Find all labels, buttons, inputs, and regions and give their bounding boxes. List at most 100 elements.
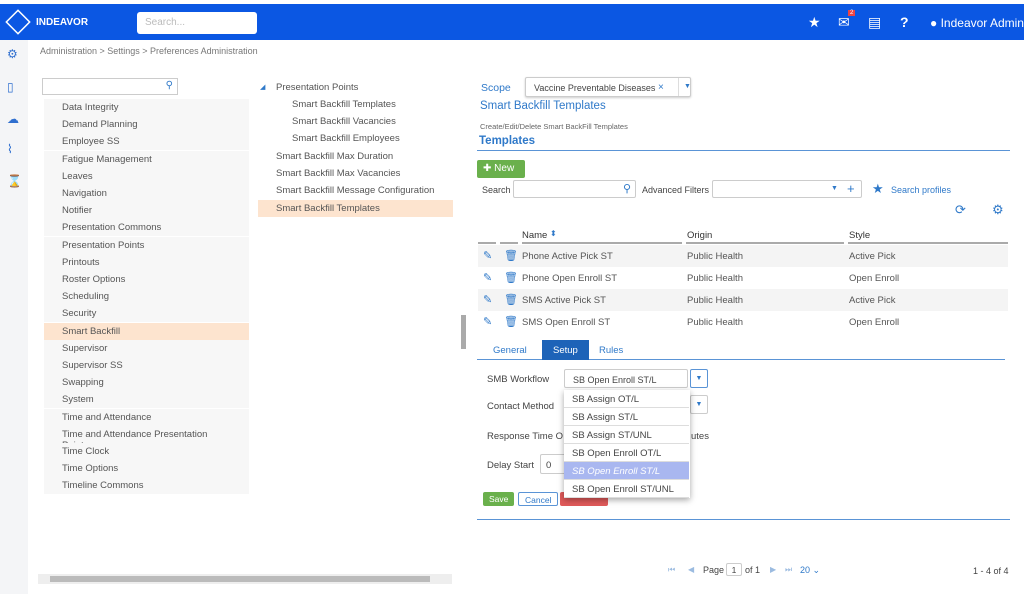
save-button[interactable]: Save [483,492,515,506]
list-item[interactable]: Supervisor [44,339,249,357]
top-bar: INDEAVOR Search... ★ ✉ 2 ▤ ? ● Indeavor A… [0,4,1024,40]
table-row[interactable]: ✎ 🗑 Phone Active Pick ST Public Health Activ… [478,245,1008,267]
messages-icon[interactable]: ▤ [868,14,881,31]
advanced-filters-select[interactable]: ▼ + [712,180,862,198]
chart-icon[interactable]: ⌇ [7,142,21,156]
cancel-button[interactable]: Cancel [518,492,559,506]
new-button[interactable]: ✚ New [477,160,525,178]
list-item[interactable]: Swapping [44,374,249,392]
user-menu[interactable]: ● Indeavor Admin [930,16,1024,30]
tab-general[interactable]: General [482,340,538,360]
list-item[interactable]: Security [44,305,249,323]
first-page-icon[interactable]: ⏮ [668,565,675,575]
tree-item[interactable]: Smart Backfill Employees [258,130,453,147]
list-item[interactable]: Time Options [44,460,249,478]
star-icon[interactable]: ★ [872,181,884,197]
list-item[interactable]: Data Integrity [44,99,249,116]
edit-icon[interactable]: ✎ [483,271,492,284]
list-item[interactable]: Smart Backfill [44,322,249,340]
dropdown-option[interactable]: SB Open Enroll OT/L [564,444,689,462]
list-item[interactable]: Presentation Commons [44,219,249,237]
dropdown-option[interactable]: SB Assign OT/L [564,390,689,408]
delete-icon[interactable]: 🗑 [504,271,518,284]
panel-splitter[interactable] [461,315,466,349]
delete-icon[interactable]: 🗑 [504,315,518,328]
edit-icon[interactable]: ✎ [483,315,492,328]
tree-item[interactable]: Smart Backfill Vacancies [258,113,453,130]
tab-rules[interactable]: Rules [588,340,634,360]
hourglass-icon[interactable]: ⌛ [7,174,22,188]
tree-item[interactable]: Smart Backfill Max Vacancies [258,165,453,182]
tree-item[interactable]: Smart Backfill Templates [258,199,453,217]
list-item[interactable]: Scheduling [44,288,249,306]
table-row[interactable]: ✎ 🗑 Phone Open Enroll ST Public Health Open … [478,267,1008,289]
add-filter-icon[interactable]: + [847,181,855,196]
dropdown-option[interactable]: SB Assign ST/UNL [564,426,689,444]
tree-item[interactable]: Smart Backfill Max Duration [258,148,453,165]
list-item[interactable]: Notifier [44,202,249,220]
column-origin[interactable]: Origin [687,230,712,241]
tree-item-parent[interactable]: Presentation Points [258,79,453,96]
template-search-input[interactable]: ⚲ [513,180,636,198]
table-row[interactable]: ✎ 🗑 SMS Open Enroll ST Public Health Open En… [478,311,1008,333]
list-item[interactable]: Employee SS [44,133,249,151]
book-icon[interactable]: ▯ [7,80,21,94]
list-item[interactable]: Time and Attendance Presentation Points [44,425,249,451]
list-item[interactable]: Roster Options [44,271,249,288]
dropdown-option[interactable]: SB Open Enroll ST/L [564,462,689,480]
help-icon[interactable]: ? [900,14,909,30]
smb-workflow-dropdown: SB Assign OT/L SB Assign ST/L SB Assign ST… [564,390,690,498]
list-item[interactable]: Time Clock [44,443,249,460]
mail-icon[interactable]: ✉ 2 [838,10,856,31]
list-item[interactable]: Demand Planning [44,116,249,134]
page-input[interactable]: 1 [726,563,742,576]
list-item[interactable]: Timeline Commons [44,477,249,495]
favorites-star-icon[interactable]: ★ [808,14,821,31]
sort-icon[interactable]: ⬍ [550,229,557,238]
list-item[interactable]: Supervisor SS [44,357,249,374]
edit-icon[interactable]: ✎ [483,249,492,262]
dropdown-option[interactable]: SB Open Enroll ST/UNL [564,480,689,498]
refresh-icon[interactable]: ⟳ [955,202,966,218]
prev-page-icon[interactable]: ◀ [688,565,694,574]
search-profiles-link[interactable]: Search profiles [891,185,951,195]
search-icon[interactable]: ⚲ [623,182,631,195]
tree-item[interactable]: Smart Backfill Templates [258,96,453,113]
page-size-select[interactable]: 20 ⌄ [800,565,820,576]
settings-gear-icon[interactable]: ⚙ [7,47,21,61]
next-page-icon[interactable]: ▶ [770,565,776,574]
search-icon[interactable]: ⚲ [166,80,173,91]
list-item[interactable]: Navigation [44,185,249,202]
cell: Public Health [687,273,743,284]
list-item[interactable]: Printouts [44,253,249,271]
tab-setup[interactable]: Setup [542,340,589,360]
list-item[interactable]: Fatigue Management [44,150,249,168]
scrollbar-thumb[interactable] [50,576,430,582]
preferences-search-input[interactable]: ⚲ [42,78,178,95]
dropdown-option[interactable]: SB Assign ST/L [564,408,689,426]
chevron-down-icon[interactable]: ▼ [678,78,691,96]
delete-icon[interactable]: 🗑 [504,249,518,262]
scope-select[interactable]: Vaccine Preventable Diseases × ▼ [525,77,691,97]
clear-icon[interactable]: × [658,82,664,93]
global-search-input[interactable]: Search... [137,12,257,34]
last-page-icon[interactable]: ⏭ [785,565,792,575]
list-item[interactable]: System [44,391,249,409]
tree-item[interactable]: Smart Backfill Message Configuration [258,182,453,199]
delete-icon[interactable]: 🗑 [504,293,518,306]
column-name[interactable]: Name [522,230,547,241]
cell: SMS Open Enroll ST [522,317,611,328]
column-style[interactable]: Style [849,230,870,241]
table-row[interactable]: ✎ 🗑 SMS Active Pick ST Public Health Active … [478,289,1008,311]
smb-workflow-select[interactable]: SB Open Enroll ST/L [564,369,688,388]
edit-icon[interactable]: ✎ [483,293,492,306]
chevron-down-icon[interactable]: ▼ [690,395,708,414]
chevron-down-icon[interactable]: ▼ [690,369,708,388]
gear-icon[interactable]: ⚙ [992,202,1004,218]
chevron-down-icon[interactable]: ▼ [831,185,838,192]
horizontal-scrollbar[interactable] [38,574,452,584]
users-icon[interactable]: ☁ [7,112,21,126]
list-item[interactable]: Time and Attendance [44,408,249,426]
list-item[interactable]: Leaves [44,167,249,185]
list-item[interactable]: Presentation Points [44,236,249,254]
